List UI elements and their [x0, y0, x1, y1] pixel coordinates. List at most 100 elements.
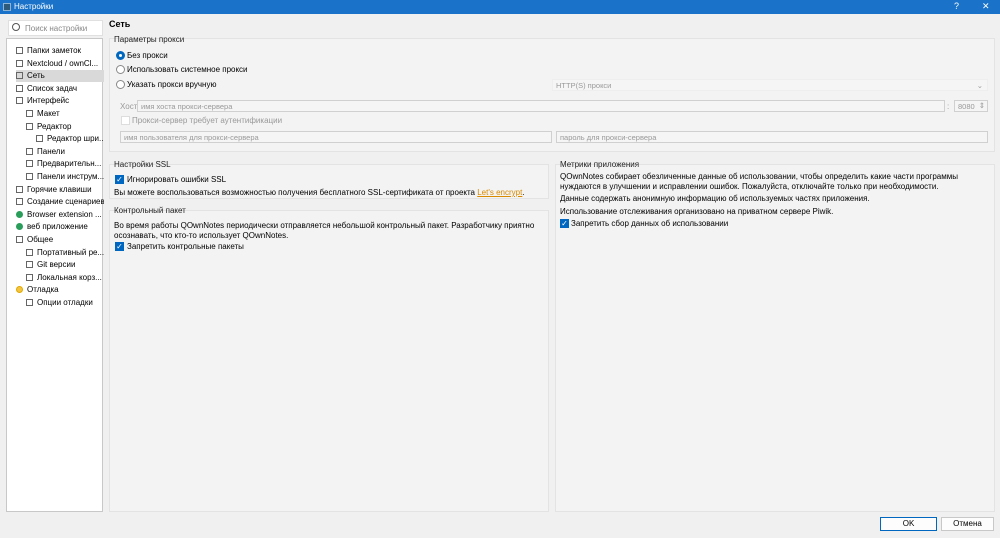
tree-item-label: Редактор шри...: [47, 134, 104, 144]
smiley-icon: [16, 286, 23, 294]
page-title: Сеть: [109, 19, 131, 29]
disable-heartbeat-label: Запретить контрольные пакеты: [127, 242, 244, 251]
ok-button[interactable]: OK: [880, 517, 937, 531]
close-button[interactable]: ✕: [982, 1, 990, 12]
ignore-ssl-label: Игнорировать ошибки SSL: [127, 175, 227, 184]
tree-item-label: Предварительн...: [37, 159, 102, 169]
tree-item[interactable]: Browser extension ...: [16, 209, 104, 221]
metrics-group-title: Метрики приложения: [560, 160, 640, 169]
page-icon: [16, 47, 23, 54]
proxy-user-input[interactable]: имя пользователя для прокси-сервера: [120, 131, 552, 143]
tree-item[interactable]: ⌄Редактор: [26, 121, 104, 133]
tree-item[interactable]: ⌄Общее: [16, 234, 104, 246]
app-icon: [3, 3, 11, 11]
metrics-text-2: Данные содержать анонимную информацию об…: [560, 194, 870, 203]
tree-item-label: Панели: [37, 146, 65, 156]
cancel-button[interactable]: Отмена: [941, 517, 994, 531]
tree-item[interactable]: Nextcloud / ownCl...: [16, 58, 104, 70]
page-icon: [16, 198, 23, 206]
tree-item[interactable]: Макет: [26, 108, 104, 120]
tree-item-label: Редактор: [37, 121, 72, 131]
search-input[interactable]: Поиск настройки: [8, 20, 103, 36]
page-icon: [26, 261, 33, 269]
heartbeat-group-title: Контрольный пакет: [114, 206, 186, 215]
metrics-text-1: QOwnNotes собирает обезличенные данные о…: [560, 172, 958, 191]
settings-tree: Папки заметок Nextcloud / ownCl... Сеть Спи…: [6, 38, 104, 512]
tree-item[interactable]: ⌄Отладка: [16, 284, 104, 296]
page-icon: [26, 299, 33, 306]
ssl-text: Вы можете воспользоваться возможностью п…: [114, 188, 478, 197]
tree-item[interactable]: Предварительн...: [26, 158, 104, 170]
port-separator: :: [947, 102, 950, 111]
tree-item-label: Общее: [27, 235, 54, 244]
manual-proxy-radio[interactable]: [116, 80, 125, 89]
tree-item[interactable]: Список задач: [16, 83, 104, 95]
tree-item-label: Панели инструм...: [37, 172, 104, 181]
disable-metrics-label: Запретить сбор данных об использовании: [571, 219, 729, 228]
tree-item[interactable]: Git версии: [26, 259, 104, 271]
page-icon: [16, 236, 23, 243]
globe-icon: [16, 210, 23, 218]
tree-item-label: Локальная корз...: [37, 272, 102, 282]
disable-heartbeat-checkbox[interactable]: ✓: [115, 242, 124, 251]
disable-metrics-checkbox[interactable]: ✓: [560, 219, 569, 228]
host-input[interactable]: имя хоста прокси-сервера: [137, 100, 945, 112]
tree-item[interactable]: Сеть: [16, 70, 104, 83]
page-icon: [16, 84, 23, 92]
tree-item[interactable]: Создание сценариев: [16, 196, 104, 208]
tree-item[interactable]: Папки заметок: [16, 45, 104, 57]
system-proxy-label: Использовать системное прокси: [127, 65, 248, 74]
tree-item[interactable]: Портативный ре...: [26, 247, 104, 259]
tree-item[interactable]: Панели: [26, 146, 104, 158]
page-icon: [36, 135, 43, 143]
manual-proxy-label: Указать прокси вручную: [127, 80, 217, 89]
tree-item[interactable]: Редактор шри...: [36, 133, 104, 145]
tree-item[interactable]: Локальная корз...: [26, 272, 104, 284]
tree-item[interactable]: Панели инструм...: [26, 171, 104, 183]
letsencrypt-link[interactable]: Let's encrypt: [477, 188, 522, 197]
tree-item-label: Сеть: [27, 71, 45, 81]
system-proxy-radio[interactable]: [116, 65, 125, 74]
heartbeat-group: [109, 210, 549, 512]
page-icon: [26, 122, 33, 130]
proxy-auth-checkbox[interactable]: [121, 116, 130, 125]
port-value: 8080: [958, 102, 975, 111]
tree-item-label: Папки заметок: [27, 46, 82, 55]
page-icon: [26, 248, 33, 256]
spin-arrows-icon[interactable]: ⇕: [979, 101, 985, 110]
proxy-password-input[interactable]: пароль для прокси-сервера: [556, 131, 988, 143]
tree-item[interactable]: Горячие клавиши: [16, 184, 104, 196]
tree-item-label: Git версии: [37, 260, 76, 270]
port-spinbox[interactable]: 8080 ⇕: [954, 100, 988, 112]
tree-item[interactable]: Опции отладки: [26, 297, 104, 309]
proxy-type-select[interactable]: HTTP(S) прокси ⌄: [552, 79, 988, 91]
tree-item-label: Nextcloud / ownCl...: [27, 58, 99, 68]
heartbeat-text: Во время работы QOwnNotes периодически о…: [114, 221, 535, 240]
title-bar: Настройки ? ✕: [0, 0, 1000, 14]
tree-item-label: Опции отладки: [37, 298, 93, 307]
page-icon: [26, 147, 33, 155]
tree-item-label: Browser extension ...: [27, 209, 102, 219]
page-icon: [16, 72, 23, 80]
page-icon: [26, 160, 33, 168]
page-icon: [16, 185, 23, 193]
search-placeholder: Поиск настройки: [25, 24, 88, 33]
proxy-type-value: HTTP(S) прокси: [556, 81, 612, 90]
ignore-ssl-checkbox[interactable]: ✓: [115, 175, 124, 184]
tree-item-label: Портативный ре...: [37, 247, 104, 257]
tree-item[interactable]: ⌄Интерфейс: [16, 95, 104, 107]
page-icon: [16, 59, 23, 67]
no-proxy-radio[interactable]: [116, 51, 125, 60]
page-icon: [26, 173, 33, 180]
tree-item-label: Макет: [37, 109, 60, 118]
host-label: Хост: [120, 102, 138, 111]
help-button[interactable]: ?: [954, 1, 959, 11]
page-icon: [26, 273, 33, 281]
tree-item-label: Список задач: [27, 83, 78, 93]
page-icon: [16, 97, 23, 105]
chevron-down-icon: ⌄: [976, 81, 983, 90]
search-icon: [12, 23, 20, 31]
tree-item[interactable]: веб приложение: [16, 221, 104, 233]
metrics-group: [555, 164, 995, 512]
globe-icon: [16, 223, 23, 231]
